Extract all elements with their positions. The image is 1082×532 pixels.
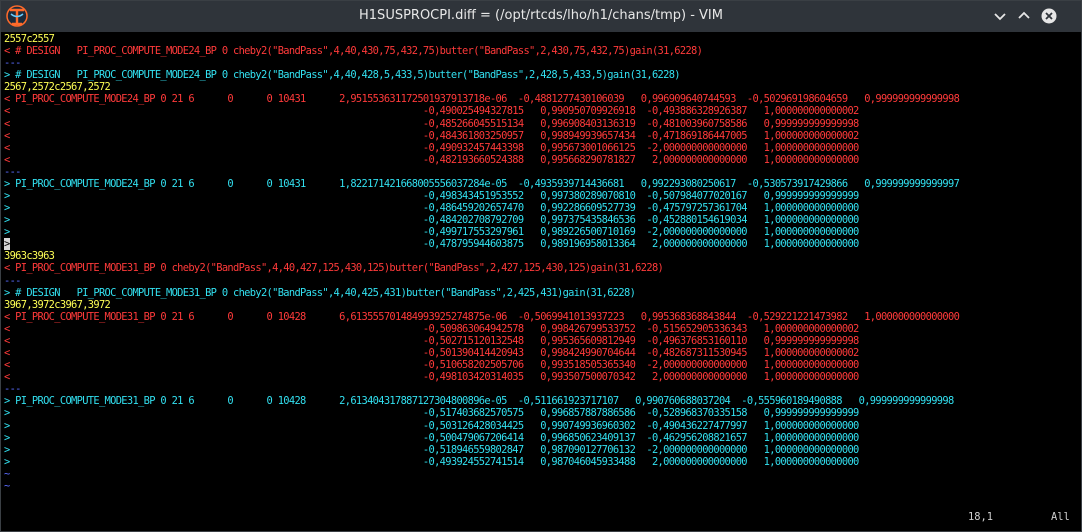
buffer-line: < -0,509863064942578 0,998426799533752 -…: [4, 322, 859, 335]
scroll-indicator: All: [1051, 511, 1070, 523]
buffer-line: 3963c3963: [4, 250, 55, 263]
buffer-line: < -0,510658202505706 0,993518505365340 -…: [4, 359, 859, 372]
vim-text-buffer[interactable]: 2557c2557 < # DESIGN PI_PROC_COMPUTE_MODE…: [4, 33, 1078, 507]
cursor-position: 18,1: [968, 511, 994, 523]
buffer-line: < -0,482193660524388 0,995668290781827 2…: [4, 153, 859, 166]
buffer-line: > -0,499717553297961 0,989226500710169 -…: [4, 226, 859, 239]
title-bar[interactable]: H1SUSPROCPI.diff = (/opt/rtcds/lho/h1/ch…: [1, 1, 1081, 32]
buffer-line: < -0,498103420314035 0,993507500070342 2…: [4, 371, 859, 384]
buffer-line: > -0,486459202657470 0,992286609527739 -…: [4, 202, 859, 215]
buffer-line: < -0,490025494327815 0,990950709926918 -…: [4, 105, 859, 118]
buffer-line: > -0,517403682570575 0,996857887886586 -…: [4, 407, 859, 420]
minimize-icon[interactable]: [992, 8, 1008, 24]
buffer-line: > PI_PROC_COMPUTE_MODE24_BP 0 21 6 0 0 1…: [4, 177, 960, 190]
buffer-line: > # DESIGN PI_PROC_COMPUTE_MODE24_BP 0 c…: [4, 69, 681, 82]
buffer-line: < PI_PROC_COMPUTE_MODE31_BP 0 21 6 0 0 1…: [4, 310, 960, 323]
buffer-line: < PI_PROC_COMPUTE_MODE24_BP 0 21 6 0 0 1…: [4, 93, 960, 106]
buffer-line: ---: [4, 57, 21, 70]
buffer-line: 2567,2572c2567,2572: [4, 81, 111, 94]
buffer-line: ---: [4, 274, 21, 287]
window-title: H1SUSPROCPI.diff = (/opt/rtcds/lho/h1/ch…: [359, 8, 723, 23]
buffer-line: > -0,478795944603875 0,989196958013364 2…: [4, 238, 859, 251]
empty-buffer-line: ~: [4, 467, 10, 480]
maximize-icon[interactable]: [1016, 8, 1032, 24]
buffer-line: < -0,501390414420943 0,998424990704644 -…: [4, 347, 859, 360]
vim-status-line: 18,1 All: [4, 511, 1078, 525]
buffer-line: < # DESIGN PI_PROC_COMPUTE_MODE24_BP 0 c…: [4, 45, 703, 58]
buffer-line: < -0,484361803250957 0,998949939657434 -…: [4, 129, 859, 142]
buffer-line: > -0,500479067206414 0,996850623409137 -…: [4, 431, 859, 444]
buffer-line: > PI_PROC_COMPUTE_MODE31_BP 0 21 6 0 0 1…: [4, 395, 954, 408]
buffer-line: > -0,498343451953552 0,997380289070810 -…: [4, 190, 859, 203]
buffer-line: 2557c2557: [4, 33, 55, 45]
buffer-line: < -0,490932457443398 0,995673001066125 -…: [4, 141, 859, 154]
close-icon[interactable]: [1041, 8, 1057, 24]
buffer-line: > -0,493924552741514 0,987046045933488 2…: [4, 455, 859, 468]
buffer-line: > # DESIGN PI_PROC_COMPUTE_MODE31_BP 0 c…: [4, 286, 636, 299]
buffer-line: > -0,518946559802847 0,987090127706132 -…: [4, 443, 859, 456]
buffer-line: < -0,502715120132548 0,995365609812949 -…: [4, 334, 859, 347]
buffer-line: < -0,485266045515134 0,996908403136319 -…: [4, 117, 859, 130]
buffer-line: ---: [4, 383, 21, 396]
buffer-line: < PI_PROC_COMPUTE_MODE31_BP 0 cheby2("Ba…: [4, 262, 664, 275]
buffer-line: ---: [4, 165, 21, 178]
buffer-line: > -0,503126428034425 0,990749936960302 -…: [4, 419, 859, 432]
buffer-line: 3967,3972c3967,3972: [4, 298, 111, 311]
empty-buffer-line: ~: [4, 479, 10, 492]
buffer-line: > -0,484202708792709 0,997375435846536 -…: [4, 214, 859, 227]
vim-window: H1SUSPROCPI.diff = (/opt/rtcds/lho/h1/ch…: [0, 0, 1082, 532]
text-cursor: >: [4, 238, 10, 251]
